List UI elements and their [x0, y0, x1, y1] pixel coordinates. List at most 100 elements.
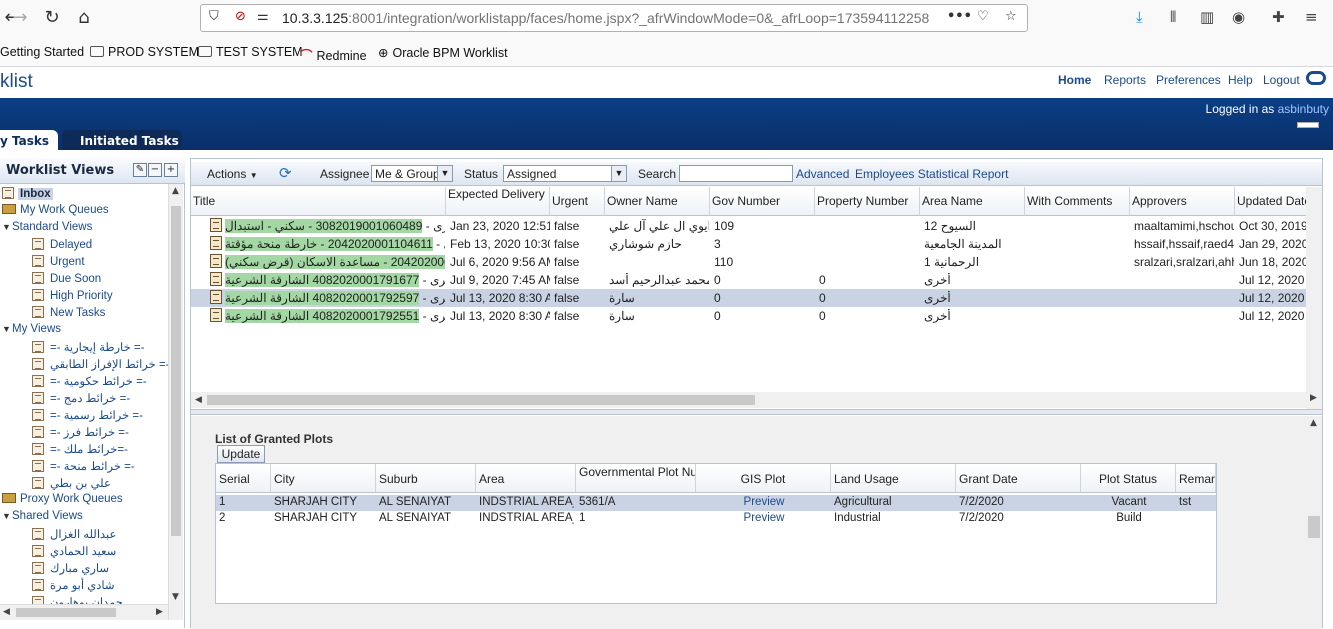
sidebar-item[interactable]: ▼Standard Views [2, 221, 92, 233]
refresh-icon[interactable]: ⟳ [279, 164, 292, 182]
scroll-thumb[interactable] [1308, 516, 1320, 538]
sidebar-icon[interactable]: ▥ [1200, 8, 1214, 26]
bookmark-getting-started[interactable]: Getting Started [0, 45, 84, 59]
sidebar-item[interactable]: High Priority [32, 289, 113, 302]
table-row[interactable]: تجربة204202000 - مساعدة الاسكان (قرض سكن… [191, 253, 1306, 271]
col-grant-date[interactable]: Grant Date [956, 464, 1081, 493]
task-title-link[interactable]: تجربة204202000 - مساعدة الاسكان (قرض سكن… [225, 255, 445, 269]
menu-icon[interactable]: ≡ [1305, 8, 1318, 26]
task-title-link[interactable]: أخرى - 4082020001791677 الشارقة الشرعية [225, 273, 445, 287]
col-land-usage[interactable]: Land Usage [831, 464, 956, 493]
task-title-link[interactable]: أخرى - 3082019001060489 - سكني - استبدال [225, 219, 445, 233]
sidebar-item[interactable]: خرائط الإفراز الطابقي =- [32, 357, 168, 371]
search-input[interactable] [679, 165, 793, 182]
update-button[interactable]: Update [217, 445, 265, 463]
tab-initiated-tasks[interactable]: Initiated Tasks [62, 130, 182, 150]
logout-link[interactable]: Logout [1263, 73, 1300, 87]
url-bar[interactable]: ⛉ ⊘ ⚌ 10.3.3.125:8001/integration/workli… [200, 4, 1028, 32]
table-row[interactable]: تجاري - 2042020001104611 - خارطة منحة مؤ… [191, 235, 1306, 253]
lower-vertical-scrollbar[interactable]: ▲ [1306, 416, 1322, 629]
left-vertical-scrollbar[interactable]: ▲ ▼ [168, 184, 183, 620]
sidebar-item[interactable]: =- خرائط فرز =- [32, 425, 129, 439]
bookmark-star-icon[interactable]: ☆ [1005, 9, 1017, 24]
scroll-up-icon[interactable]: ▲ [1310, 418, 1317, 428]
gis-preview-link[interactable]: Preview [699, 496, 829, 508]
scroll-down-icon[interactable]: ▼ [172, 592, 179, 602]
col-governmental-plot-number[interactable]: Governmental Plot Number [576, 464, 696, 493]
sidebar-item[interactable]: ▼Shared Views [2, 510, 83, 522]
sidebar-item[interactable]: =- خارطة إيجارية =- [32, 340, 144, 354]
bookmark-test-system[interactable]: TEST SYSTEM [198, 45, 303, 59]
bookmark-oracle-bpm[interactable]: ⊕ Oracle BPM Worklist [378, 45, 508, 60]
table-row[interactable]: أخرى - 4082020001792597 الشارقة الشرعية J… [191, 289, 1306, 307]
col-plot-status[interactable]: Plot Status [1081, 464, 1176, 493]
sidebar-item[interactable]: =- خرائط ملك=- [32, 442, 128, 456]
col-with-comments[interactable]: With Comments [1025, 187, 1130, 216]
sidebar-item[interactable]: Due Soon [32, 272, 101, 285]
sidebar-item[interactable]: Urgent [32, 255, 85, 268]
sidebar-item[interactable]: سعيد الحمادي [32, 544, 116, 558]
help-link[interactable]: Help [1228, 73, 1253, 87]
col-gov-number[interactable]: Gov Number [710, 187, 815, 216]
scroll-thumb[interactable] [171, 206, 181, 536]
sidebar-item[interactable]: ساري مبارك [32, 561, 109, 575]
task-title-link[interactable]: أخرى - 4082020001792551 الشارقة الشرعية [225, 309, 445, 323]
employees-report-link[interactable]: Employees Statistical Report [855, 167, 1008, 181]
add-view-icon[interactable]: + [164, 163, 178, 177]
gis-preview-link[interactable]: Preview [699, 512, 829, 524]
status-select[interactable]: Assigned ▼ [503, 165, 627, 182]
sidebar-item[interactable]: New Tasks [32, 306, 105, 319]
user-name[interactable]: asbinbuty [1278, 102, 1329, 116]
col-urgent[interactable]: Urgent [550, 187, 605, 216]
col-updated-date[interactable]: Updated Date [1235, 187, 1306, 216]
col-serial[interactable]: Serial [216, 464, 271, 493]
bookmark-prod-system[interactable]: PROD SYSTEM [90, 45, 199, 59]
download-icon[interactable]: ⤓ [1136, 8, 1143, 26]
col-suburb[interactable]: Suburb [376, 464, 476, 493]
tab-my-tasks[interactable]: y Tasks [0, 130, 58, 150]
sidebar-item[interactable]: عبدالله الغزال [32, 527, 116, 541]
task-title-link[interactable]: أخرى - 4082020001792597 الشارقة الشرعية [225, 291, 445, 305]
sidebar-item[interactable]: Proxy Work Queues [2, 493, 123, 505]
bookmark-redmine[interactable]: ⌒ Redmine [300, 45, 367, 64]
account-icon[interactable]: ◉ [1232, 8, 1245, 26]
sidebar-item[interactable]: My Work Queues [2, 204, 109, 216]
sidebar-item[interactable]: =- خرائط حكومية =- [32, 374, 147, 388]
edit-view-icon[interactable]: ✎ [133, 163, 147, 177]
preferences-link[interactable]: Preferences [1156, 73, 1221, 87]
insecure-lock-icon[interactable]: ⊘ [235, 9, 246, 24]
col-city[interactable]: City [271, 464, 376, 493]
sidebar-item[interactable]: حمدان بوهارون [32, 595, 123, 604]
task-horizontal-scrollbar[interactable]: ◀ [191, 392, 1306, 408]
col-area-name[interactable]: Area Name [920, 187, 1025, 216]
sidebar-item[interactable]: =- خرائط دمج =- [32, 391, 130, 405]
scroll-up-icon[interactable]: ▲ [172, 186, 179, 196]
panel-splitter[interactable] [191, 409, 1322, 415]
col-approvers[interactable]: Approvers [1130, 187, 1235, 216]
collapse-header-button[interactable] [1297, 122, 1319, 128]
table-row[interactable]: أخرى - 4082020001792551 الشارقة الشرعية J… [191, 307, 1306, 325]
scroll-left-icon[interactable]: ◀ [195, 395, 202, 405]
task-title-link[interactable]: تجاري - 2042020001104611 - خارطة منحة مؤ… [225, 237, 445, 251]
table-row[interactable]: أخرى - 3082019001060489 - سكني - استبدال… [191, 217, 1306, 235]
table-row[interactable]: أخرى - 4082020001791677 الشارقة الشرعية J… [191, 271, 1306, 289]
assignee-select[interactable]: Me & Group ▼ [371, 165, 453, 182]
reports-link[interactable]: Reports [1104, 73, 1146, 87]
reload-icon[interactable]: ↻ [40, 6, 64, 30]
home-icon[interactable]: ⌂ [72, 6, 96, 30]
extensions-icon[interactable]: ✚ [1272, 8, 1285, 26]
shield-icon[interactable]: ⛉ [209, 9, 219, 24]
sidebar-item[interactable]: ▼My Views [2, 323, 61, 335]
home-link[interactable]: Home [1058, 73, 1091, 87]
sidebar-item[interactable]: =- خرائط منحة =- [32, 459, 135, 473]
col-title[interactable]: Title [191, 187, 446, 216]
task-vertical-scrollbar[interactable]: ▶ [1306, 187, 1322, 411]
col-gis-plot[interactable]: GIS Plot [696, 464, 831, 493]
sidebar-item[interactable]: Inbox [2, 187, 53, 200]
left-horizontal-scrollbar[interactable]: ◀ ▶ [0, 604, 168, 620]
scroll-right-icon[interactable]: ▶ [156, 607, 163, 617]
table-row[interactable]: 2 SHARJAH CITY AL SENAIYAT INDSTRIAL AREA_9… [216, 511, 1216, 527]
col-owner-name[interactable]: Owner Name [605, 187, 710, 216]
col-expected-delivery-date[interactable]: Expected Delivery Date [446, 187, 550, 216]
permissions-icon[interactable]: ⚌ [257, 9, 269, 24]
